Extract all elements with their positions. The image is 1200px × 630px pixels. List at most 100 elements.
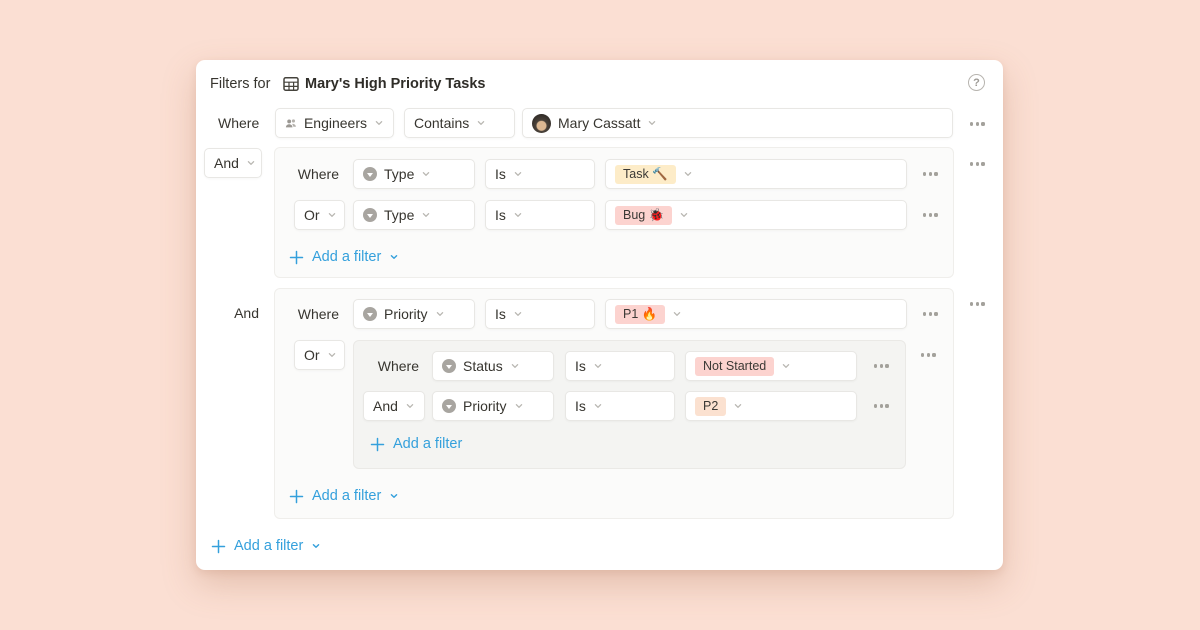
nested-row1-operator-dropdown[interactable]: Is — [565, 351, 675, 381]
group2-row1-menu-button[interactable] — [923, 307, 941, 321]
nested-row1-menu-button[interactable] — [874, 359, 892, 373]
chevron-down-icon — [513, 169, 523, 179]
chevron-down-icon — [405, 401, 415, 411]
group1-menu-button[interactable] — [970, 157, 988, 171]
group1-row1-property-dropdown[interactable]: Type — [353, 159, 475, 189]
group1-add-filter-button[interactable]: Add a filter — [289, 246, 399, 268]
nested-row2-operator-dropdown[interactable]: Is — [565, 391, 675, 421]
group2-row1-lead-label: Where — [297, 299, 339, 329]
group1-row2-operator-value: Is — [495, 207, 506, 223]
tag-p2: P2 — [695, 397, 726, 416]
tag-task: Task 🔨 — [615, 165, 676, 184]
group2-menu-button[interactable] — [970, 297, 988, 311]
page-background: Filters for Mary's High Priority Tasks ?… — [0, 0, 1200, 630]
chevron-down-icon — [374, 118, 384, 128]
select-property-icon — [363, 307, 377, 321]
chevron-down-icon — [311, 541, 321, 551]
group1-connector-dropdown[interactable]: And — [204, 148, 262, 178]
nested-row2-property-dropdown[interactable]: Priority — [432, 391, 554, 421]
select-property-icon — [442, 399, 456, 413]
chevron-down-icon — [513, 309, 523, 319]
panel-title: Mary's High Priority Tasks — [305, 73, 485, 95]
chevron-down-icon — [513, 210, 523, 220]
help-icon[interactable]: ? — [968, 74, 985, 91]
group2-add-filter-label: Add a filter — [312, 488, 381, 504]
group1-row1-lead-label: Where — [297, 159, 339, 189]
group1-connector-value: And — [214, 155, 239, 171]
top-property-value: Engineers — [304, 115, 367, 131]
footer-add-filter-label: Add a filter — [234, 538, 303, 554]
group2-nested-connector-value: Or — [304, 347, 320, 363]
plus-icon — [211, 539, 226, 554]
filter-group-1: Where Type Is Task 🔨 Or — [274, 147, 954, 278]
group1-row2-value-dropdown[interactable]: Bug 🐞 — [605, 200, 907, 230]
chevron-down-icon — [510, 361, 520, 371]
help-glyph: ? — [973, 77, 980, 89]
chevron-down-icon — [421, 210, 431, 220]
tag-bug: Bug 🐞 — [615, 206, 672, 225]
group2-connector-label: And — [215, 298, 259, 328]
group1-row1-operator-value: Is — [495, 166, 506, 182]
chevron-down-icon — [327, 350, 337, 360]
group2-row1-operator-value: Is — [495, 306, 506, 322]
group1-row1-menu-button[interactable] — [923, 167, 941, 181]
top-property-dropdown[interactable]: Engineers — [275, 108, 394, 138]
nested-row2-lead-value: And — [373, 398, 398, 414]
group2-row1-operator-dropdown[interactable]: Is — [485, 299, 595, 329]
plus-icon — [289, 489, 304, 504]
nested-row1-property-dropdown[interactable]: Status — [432, 351, 554, 381]
people-icon — [285, 116, 297, 131]
top-operator-value: Contains — [414, 115, 469, 131]
chevron-down-icon — [476, 118, 486, 128]
tag-p1: P1 🔥 — [615, 305, 665, 324]
group2-row1-value-dropdown[interactable]: P1 🔥 — [605, 299, 907, 329]
nested-add-filter-button[interactable]: Add a filter — [370, 433, 462, 455]
group2-nested-connector-dropdown[interactable]: Or — [294, 340, 345, 370]
group1-row2-property-dropdown[interactable]: Type — [353, 200, 475, 230]
filters-panel: Filters for Mary's High Priority Tasks ?… — [196, 60, 1003, 570]
chevron-down-icon — [514, 401, 524, 411]
nested-row2-operator-value: Is — [575, 398, 586, 414]
chevron-down-icon — [647, 118, 657, 128]
group1-row2-operator-dropdown[interactable]: Is — [485, 200, 595, 230]
nested-row2-connector-dropdown[interactable]: And — [363, 391, 425, 421]
chevron-down-icon — [435, 309, 445, 319]
panel-title-prefix: Filters for — [210, 73, 270, 95]
select-property-icon — [363, 208, 377, 222]
nested-row1-lead-label: Where — [376, 351, 419, 381]
filter-group-2: Where Priority Is P1 🔥 Or — [274, 288, 954, 519]
group1-row1-property-value: Type — [384, 166, 414, 182]
select-property-icon — [363, 167, 377, 181]
chevron-down-icon — [389, 252, 399, 262]
chevron-down-icon — [389, 491, 399, 501]
top-operator-dropdown[interactable]: Contains — [404, 108, 515, 138]
group2-row1-property-value: Priority — [384, 306, 428, 322]
group1-row1-value-dropdown[interactable]: Task 🔨 — [605, 159, 907, 189]
chevron-down-icon — [421, 169, 431, 179]
top-row-menu-button[interactable] — [970, 117, 988, 131]
nested-row1-value-dropdown[interactable]: Not Started — [685, 351, 857, 381]
top-filter-lead-label: Where — [218, 108, 259, 138]
group1-row2-property-value: Type — [384, 207, 414, 223]
select-property-icon — [442, 359, 456, 373]
table-icon — [282, 75, 300, 93]
group2-add-filter-button[interactable]: Add a filter — [289, 485, 399, 507]
nested-group-menu-button[interactable] — [921, 348, 939, 362]
footer-add-filter-button[interactable]: Add a filter — [211, 535, 321, 557]
nested-add-filter-label: Add a filter — [393, 436, 462, 452]
top-value-dropdown[interactable]: Mary Cassatt — [522, 108, 953, 138]
chevron-down-icon — [672, 309, 682, 319]
group1-row1-operator-dropdown[interactable]: Is — [485, 159, 595, 189]
chevron-down-icon — [593, 401, 603, 411]
group2-row1-property-dropdown[interactable]: Priority — [353, 299, 475, 329]
chevron-down-icon — [781, 361, 791, 371]
plus-icon — [370, 437, 385, 452]
group1-add-filter-label: Add a filter — [312, 249, 381, 265]
plus-icon — [289, 250, 304, 265]
top-person-value: Mary Cassatt — [558, 115, 640, 131]
chevron-down-icon — [683, 169, 693, 179]
nested-row2-menu-button[interactable] — [874, 399, 892, 413]
group1-row2-connector-dropdown[interactable]: Or — [294, 200, 345, 230]
nested-row2-value-dropdown[interactable]: P2 — [685, 391, 857, 421]
group1-row2-menu-button[interactable] — [923, 208, 941, 222]
